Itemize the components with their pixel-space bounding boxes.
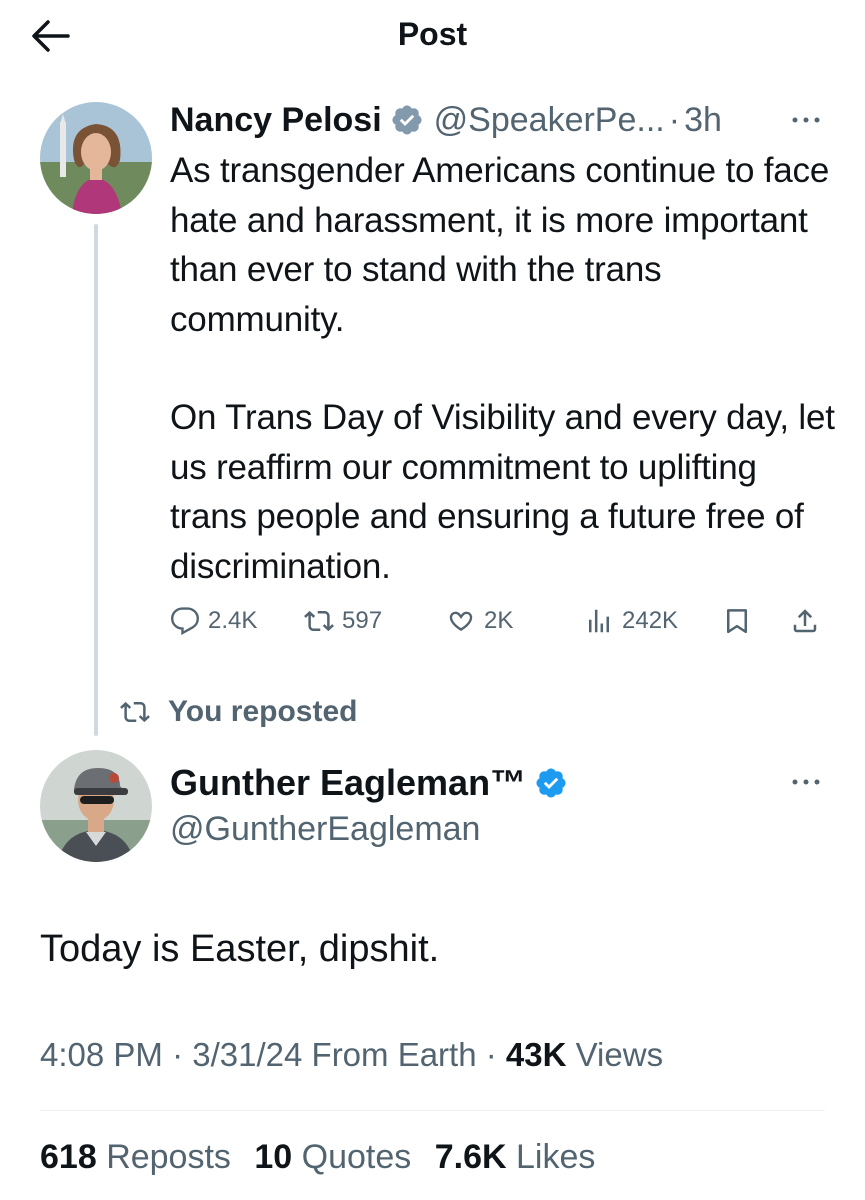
verified-badge-icon <box>390 103 424 137</box>
avatar[interactable] <box>40 750 152 862</box>
author-name[interactable]: Gunther Eagleman™ <box>170 762 526 804</box>
post-text: Today is Easter, dipshit. <box>40 928 440 970</box>
views-count: 242K <box>622 607 679 634</box>
post-stats: 618 Reposts 10 Quotes 7.6K Likes <box>40 1138 609 1177</box>
post-text: As transgender Americans continue to fac… <box>170 146 840 591</box>
more-options-icon[interactable] <box>790 110 822 130</box>
likes-count: 7.6K <box>434 1138 507 1176</box>
repost-icon <box>304 610 334 632</box>
bookmark-button[interactable] <box>722 606 752 636</box>
author-handle[interactable]: @SpeakerPe... <box>434 101 665 140</box>
top-bar: Post <box>0 0 865 70</box>
separator-dot: · <box>485 1036 497 1073</box>
quotes-count: 10 <box>254 1138 293 1176</box>
views-button[interactable]: 242K <box>584 606 678 636</box>
verified-badge-icon <box>534 766 568 800</box>
page-title: Post <box>397 16 468 52</box>
post-source: From Earth <box>311 1036 477 1073</box>
share-button[interactable] <box>790 606 820 636</box>
post-paragraph: As transgender Americans continue to fac… <box>170 151 830 339</box>
like-button[interactable]: 2K <box>446 606 513 636</box>
thread-connector-line <box>94 224 98 736</box>
analytics-icon <box>589 609 609 633</box>
action-bar: 2.4K 597 2K 242K <box>170 600 830 644</box>
repost-indicator-label: You reposted <box>168 695 358 728</box>
views-label: Views <box>575 1036 664 1073</box>
repost-button[interactable]: 597 <box>304 606 382 636</box>
post-time[interactable]: 3h <box>684 101 722 140</box>
reposts-stat[interactable]: 618 Reposts <box>40 1138 231 1176</box>
likes-stat[interactable]: 7.6K Likes <box>435 1138 596 1176</box>
author-handle[interactable]: @GuntherEagleman <box>170 810 480 849</box>
reposts-label: Reposts <box>106 1138 231 1176</box>
avatar[interactable] <box>40 102 152 214</box>
quotes-label: Quotes <box>301 1138 412 1176</box>
divider <box>40 1110 825 1111</box>
reply-count: 2.4K <box>208 607 258 634</box>
repost-icon <box>120 701 150 723</box>
likes-label: Likes <box>516 1138 596 1176</box>
views-count: 43K <box>505 1036 567 1073</box>
bookmark-icon <box>727 609 747 634</box>
heart-icon <box>449 611 473 631</box>
reply-button[interactable]: 2.4K <box>170 606 257 636</box>
reply-icon <box>170 607 199 636</box>
post-date[interactable]: 3/31/24 <box>192 1036 302 1073</box>
original-post-header: Nancy Pelosi @SpeakerPe... · 3h <box>170 98 830 142</box>
post-meta: 4:08 PM · 3/31/24 From Earth · 43K Views <box>40 1036 663 1074</box>
post-time[interactable]: 4:08 PM <box>40 1036 163 1073</box>
repost-count: 597 <box>342 607 383 634</box>
separator-dot: · <box>172 1036 184 1073</box>
separator-dot: · <box>668 100 681 139</box>
post-paragraph: On Trans Day of Visibility and every day… <box>170 398 835 586</box>
reply-author-row: Gunther Eagleman™ <box>170 762 568 804</box>
author-name[interactable]: Nancy Pelosi <box>170 101 382 140</box>
like-count: 2K <box>484 607 514 634</box>
reposts-count: 618 <box>40 1138 97 1176</box>
quotes-stat[interactable]: 10 Quotes <box>254 1138 411 1176</box>
more-options-icon[interactable] <box>790 772 822 792</box>
share-icon <box>793 609 817 633</box>
repost-indicator: You reposted <box>118 692 357 732</box>
